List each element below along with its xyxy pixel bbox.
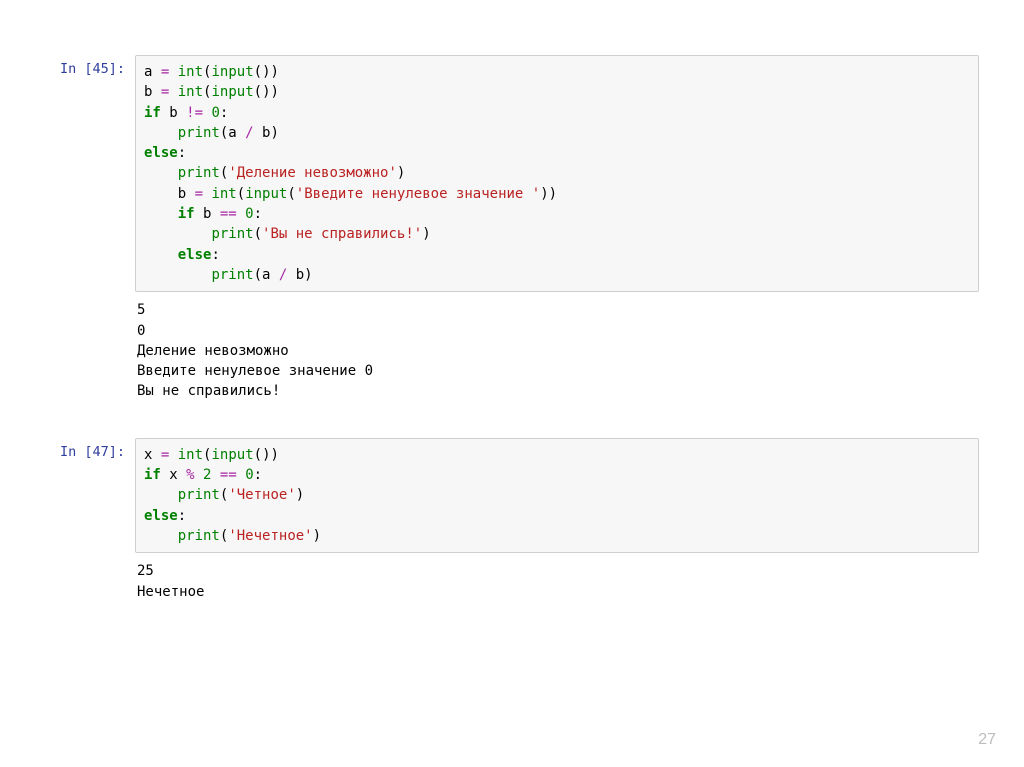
code-input-area[interactable]: x = int(input()) if x % 2 == 0: print('Ч… [135, 438, 979, 553]
output-prompt [45, 298, 135, 304]
output-area: 5 0 Деление невозможно Введите ненулевое… [135, 298, 979, 401]
output-text: 5 0 Деление невозможно Введите ненулевое… [137, 300, 979, 401]
notebook-container: In [45]: a = int(input()) b = int(input(… [0, 0, 1024, 602]
output-cell: 5 0 Деление невозможно Введите ненулевое… [45, 298, 979, 401]
output-prompt [45, 559, 135, 565]
code-cell: In [45]: a = int(input()) b = int(input(… [45, 55, 979, 292]
code-block: a = int(input()) b = int(input()) if b !… [144, 62, 970, 285]
output-cell: 25 Нечетное [45, 559, 979, 602]
input-prompt: In [47]: [45, 438, 135, 460]
output-area: 25 Нечетное [135, 559, 979, 602]
code-cell: In [47]: x = int(input()) if x % 2 == 0:… [45, 438, 979, 553]
input-prompt: In [45]: [45, 55, 135, 77]
output-text: 25 Нечетное [137, 561, 979, 602]
page-number: 27 [978, 731, 996, 749]
code-input-area[interactable]: a = int(input()) b = int(input()) if b !… [135, 55, 979, 292]
code-block: x = int(input()) if x % 2 == 0: print('Ч… [144, 445, 970, 546]
